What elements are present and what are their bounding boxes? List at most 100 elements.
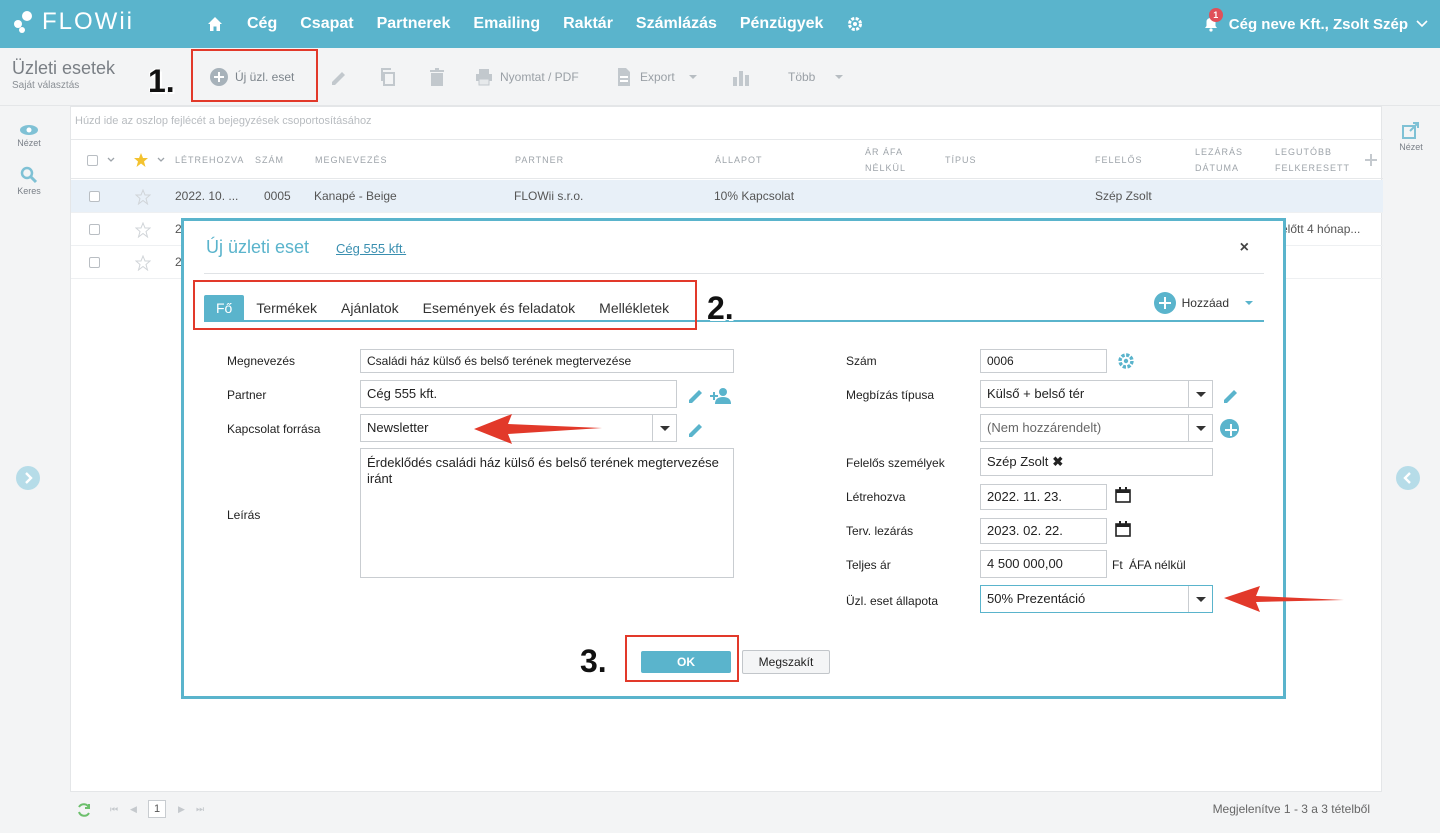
- nav-item-team[interactable]: Csapat: [300, 15, 353, 33]
- deal-status-dropdown-button[interactable]: [1188, 586, 1212, 612]
- assignment-subtype-select[interactable]: (Nem hozzárendelt): [980, 414, 1213, 442]
- planned-close-label: Terv. lezárás: [846, 524, 914, 538]
- nav-item-emailing[interactable]: Emailing: [473, 15, 540, 33]
- col-partner[interactable]: PARTNER: [515, 152, 564, 168]
- deal-status-select[interactable]: 50% Prezentáció: [980, 585, 1213, 613]
- group-hint: Húzd ide az oszlop fejlécét a bejegyzése…: [75, 115, 372, 127]
- expand-left-button[interactable]: [16, 466, 40, 490]
- description-textarea[interactable]: Érdeklődés családi ház külső és belső te…: [360, 448, 734, 578]
- cell-number: 0005: [264, 189, 291, 203]
- add-button[interactable]: Hozzáad: [1153, 292, 1253, 314]
- col-price[interactable]: ÁR ÁFA NÉLKÜL: [865, 144, 906, 176]
- export-button[interactable]: Export: [614, 62, 697, 92]
- refresh-icon[interactable]: [76, 802, 92, 818]
- chevron-down-icon[interactable]: [107, 157, 115, 163]
- partner-label: Partner: [227, 388, 267, 402]
- right-view-label: Nézet: [1399, 142, 1423, 152]
- search-toggle[interactable]: Keres: [0, 166, 58, 196]
- assignment-type-label: Megbízás típusa: [846, 388, 935, 402]
- view-toggle[interactable]: Nézet: [0, 124, 58, 148]
- main-nav: Cég Csapat Partnerek Emailing Raktár Szá…: [206, 0, 864, 48]
- company-link[interactable]: Cég 555 kft.: [336, 241, 406, 256]
- add-circle-icon[interactable]: [1220, 419, 1239, 438]
- dialog-title: Új üzleti eset: [206, 237, 310, 257]
- table-row[interactable]: 2022. 10. ... 0005 Kanapé - Beige FLOWii…: [71, 180, 1383, 213]
- col-last-visited[interactable]: LEGUTÓBB FELKERESETT: [1275, 144, 1350, 176]
- assignment-type-dropdown-button[interactable]: [1188, 381, 1212, 407]
- nav-item-partners[interactable]: Partnerek: [377, 15, 451, 33]
- col-number[interactable]: SZÁM: [255, 152, 284, 168]
- assignment-type-select[interactable]: Külső + belső tér: [980, 380, 1213, 408]
- created-date-input[interactable]: 2022. 11. 23.: [980, 484, 1107, 510]
- user-menu[interactable]: 1 Cég neve Kft., Zsolt Szép: [1201, 0, 1428, 48]
- name-label: Megnevezés: [227, 354, 296, 368]
- add-person-icon[interactable]: [709, 386, 733, 406]
- deal-status-value: 50% Prezentáció: [987, 591, 1086, 606]
- source-dropdown-button[interactable]: [652, 415, 676, 441]
- row-checkbox[interactable]: [89, 191, 100, 202]
- col-created[interactable]: LÉTREHOZVA: [175, 152, 244, 168]
- row-checkbox[interactable]: [89, 224, 100, 235]
- bar-chart-icon[interactable]: [731, 68, 751, 88]
- nav-item-invoicing[interactable]: Számlázás: [636, 15, 717, 33]
- select-all-checkbox[interactable]: [87, 155, 98, 166]
- top-nav: FLOWii Cég Csapat Partnerek Emailing Rak…: [0, 0, 1440, 48]
- assignment-subtype-value: (Nem hozzárendelt): [987, 420, 1102, 435]
- current-page[interactable]: 1: [148, 800, 166, 818]
- edit-icon[interactable]: [1221, 386, 1241, 406]
- col-type[interactable]: TÍPUS: [945, 152, 977, 168]
- remove-tag-icon[interactable]: ✖: [1052, 454, 1063, 469]
- more-button[interactable]: Több: [788, 62, 844, 92]
- copy-icon[interactable]: [378, 67, 398, 87]
- bell-icon[interactable]: 1: [1201, 8, 1223, 34]
- edit-icon[interactable]: [686, 386, 706, 406]
- home-icon[interactable]: [206, 15, 224, 33]
- number-input[interactable]: 0006: [980, 349, 1107, 373]
- prev-page-icon[interactable]: ◀: [130, 804, 137, 815]
- collapse-right-button[interactable]: [1396, 466, 1420, 490]
- owner-tag: Szép Zsolt ✖: [987, 454, 1064, 469]
- name-input[interactable]: Családi ház külső és belső terének megte…: [360, 349, 734, 373]
- print-pdf-button[interactable]: Nyomtat / PDF: [474, 62, 579, 92]
- row-checkbox[interactable]: [89, 257, 100, 268]
- col-owner[interactable]: FELELŐS: [1095, 152, 1143, 168]
- total-price-label: Teljes ár: [846, 558, 891, 572]
- star-filter-icon[interactable]: [133, 152, 149, 168]
- cell-owner: Szép Zsolt: [1095, 189, 1152, 203]
- col-close-date[interactable]: LEZÁRÁS DÁTUMA: [1195, 144, 1243, 176]
- nav-item-finance[interactable]: Pénzügyek: [740, 15, 824, 33]
- assignment-type-value: Külső + belső tér: [987, 386, 1085, 401]
- star-outline-icon[interactable]: [135, 255, 151, 271]
- planned-close-date-input[interactable]: 2023. 02. 22.: [980, 518, 1107, 544]
- total-price-input[interactable]: 4 500 000,00: [980, 550, 1107, 578]
- add-column-icon[interactable]: [1365, 154, 1377, 166]
- col-name[interactable]: MEGNEVEZÉS: [315, 152, 388, 168]
- gear-icon[interactable]: [846, 15, 864, 33]
- right-rail: Nézet: [1382, 106, 1440, 833]
- logo[interactable]: FLOWii: [14, 8, 134, 36]
- col-status[interactable]: ÁLLAPOT: [715, 152, 763, 168]
- cancel-button[interactable]: Megszakít: [742, 650, 830, 674]
- right-view-toggle[interactable]: Nézet: [1382, 122, 1440, 152]
- close-icon[interactable]: ×: [1240, 239, 1249, 257]
- assignment-subtype-dropdown-button[interactable]: [1188, 415, 1212, 441]
- source-value: Newsletter: [367, 420, 429, 435]
- owners-input[interactable]: Szép Zsolt ✖: [980, 448, 1213, 476]
- chevron-down-icon[interactable]: [157, 157, 165, 163]
- nav-item-company[interactable]: Cég: [247, 15, 277, 33]
- partner-input[interactable]: Cég 555 kft.: [360, 380, 677, 408]
- gear-icon[interactable]: [1116, 351, 1136, 371]
- edit-icon[interactable]: [329, 68, 349, 88]
- next-page-icon[interactable]: ▶: [178, 804, 185, 815]
- first-page-icon[interactable]: ⏮: [110, 804, 118, 815]
- nav-item-warehouse[interactable]: Raktár: [563, 15, 613, 33]
- star-outline-icon[interactable]: [135, 189, 151, 205]
- calendar-icon[interactable]: [1115, 487, 1131, 503]
- star-outline-icon[interactable]: [135, 222, 151, 238]
- deal-status-label: Üzl. eset állapota: [846, 594, 939, 608]
- last-page-icon[interactable]: ⏭: [196, 804, 204, 815]
- calendar-icon[interactable]: [1115, 521, 1131, 537]
- vat-suffix-label: ÁFA nélkül: [1129, 558, 1186, 572]
- edit-icon[interactable]: [686, 420, 706, 440]
- trash-icon[interactable]: [427, 67, 447, 87]
